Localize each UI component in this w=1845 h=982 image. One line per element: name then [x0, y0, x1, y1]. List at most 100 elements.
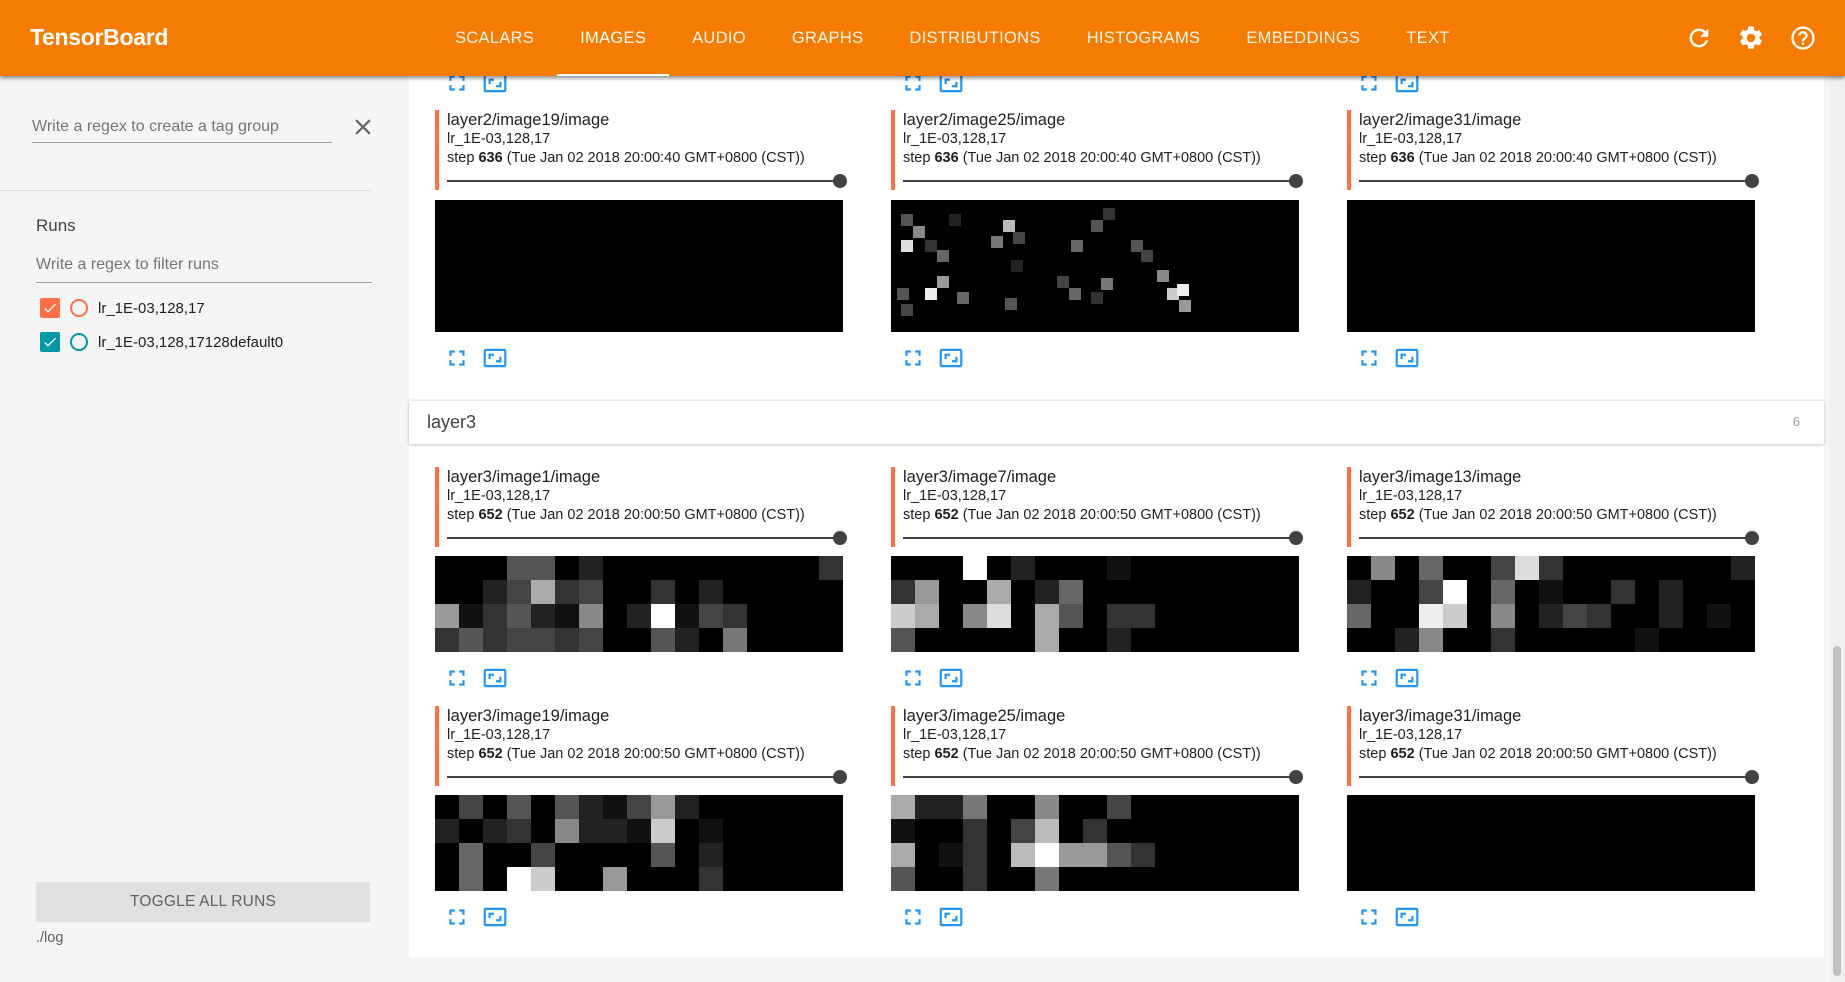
slider-knob[interactable]: [1289, 531, 1303, 545]
image-tag: layer3/image25/image: [903, 707, 1066, 725]
scrollbar-thumb[interactable]: [1833, 646, 1841, 976]
run-checkbox[interactable]: [40, 298, 60, 318]
step-slider[interactable]: [447, 174, 847, 188]
step-value: 652: [478, 746, 503, 762]
tab-embeddings[interactable]: EMBEDDINGS: [1223, 0, 1383, 76]
image-actions: [444, 904, 544, 930]
panel-header: layer2/image31/image lr_1E-03,128,17 ste…: [1347, 110, 1759, 190]
actual-size-icon[interactable]: [482, 904, 508, 930]
image-tag: layer3/image13/image: [1359, 468, 1522, 486]
run-name: lr_1E-03,128,17: [1359, 727, 1463, 743]
actual-size-icon[interactable]: [938, 904, 964, 930]
step-slider[interactable]: [1359, 531, 1759, 545]
settings-icon[interactable]: [1737, 24, 1765, 52]
slider-knob[interactable]: [1745, 770, 1759, 784]
tag-group-regex-input[interactable]: [32, 114, 332, 143]
tab-images[interactable]: IMAGES: [557, 0, 670, 76]
step-info: step 652 (Tue Jan 02 2018 20:00:50 GMT+0…: [447, 746, 805, 762]
run-name: lr_1E-03,128,17: [903, 727, 1007, 743]
tab-text[interactable]: TEXT: [1383, 0, 1472, 76]
slider-knob[interactable]: [1745, 531, 1759, 545]
tab-distributions[interactable]: DISTRIBUTIONS: [886, 0, 1063, 76]
slider-knob[interactable]: [833, 770, 847, 784]
image-actions: [900, 665, 1000, 691]
tab-scalars[interactable]: SCALARS: [432, 0, 557, 76]
main-scrollbar[interactable]: [1829, 76, 1845, 982]
panel-header: layer3/image25/image lr_1E-03,128,17 ste…: [891, 706, 1303, 786]
help-icon[interactable]: [1789, 24, 1817, 52]
fullscreen-icon[interactable]: [444, 904, 470, 930]
step-value: 636: [934, 150, 959, 166]
run-item[interactable]: lr_1E-03,128,17128default0: [40, 330, 283, 354]
image-display: [1347, 556, 1755, 652]
step-info: step 652 (Tue Jan 02 2018 20:00:50 GMT+0…: [447, 507, 805, 523]
step-info: step 652 (Tue Jan 02 2018 20:00:50 GMT+0…: [903, 507, 1261, 523]
toggle-all-runs-button[interactable]: TOGGLE ALL RUNS: [36, 882, 370, 922]
actual-size-icon[interactable]: [1394, 345, 1420, 371]
image-tag: layer2/image19/image: [447, 111, 610, 129]
image-tag: layer3/image19/image: [447, 707, 610, 725]
tab-graphs[interactable]: GRAPHS: [769, 0, 886, 76]
runs-filter-input[interactable]: [36, 252, 372, 283]
image-panel: layer3/image7/image lr_1E-03,128,17 step…: [891, 467, 1303, 688]
step-value: 652: [478, 507, 503, 523]
image-display: [1347, 200, 1755, 332]
reload-icon[interactable]: [1685, 24, 1713, 52]
panel-header: layer3/image13/image lr_1E-03,128,17 ste…: [1347, 467, 1759, 547]
step-value: 652: [1390, 746, 1415, 762]
fullscreen-icon[interactable]: [900, 665, 926, 691]
slider-knob[interactable]: [1289, 770, 1303, 784]
activation-grid-image: [891, 795, 1155, 891]
slider-knob[interactable]: [1289, 174, 1303, 188]
step-slider[interactable]: [447, 770, 847, 784]
run-name: lr_1E-03,128,17: [1359, 488, 1463, 504]
slider-knob[interactable]: [833, 531, 847, 545]
panel-header: layer3/image31/image lr_1E-03,128,17 ste…: [1347, 706, 1759, 786]
actual-size-icon[interactable]: [482, 665, 508, 691]
actual-size-icon[interactable]: [938, 665, 964, 691]
image-display: [891, 200, 1299, 332]
step-value: 652: [1390, 507, 1415, 523]
fullscreen-icon[interactable]: [900, 904, 926, 930]
fullscreen-icon[interactable]: [900, 345, 926, 371]
close-icon[interactable]: [350, 114, 376, 140]
actual-size-icon[interactable]: [938, 345, 964, 371]
tab-histograms[interactable]: HISTOGRAMS: [1064, 0, 1224, 76]
fullscreen-icon[interactable]: [1356, 345, 1382, 371]
image-actions: [444, 345, 544, 371]
step-slider[interactable]: [903, 770, 1303, 784]
step-slider[interactable]: [1359, 770, 1759, 784]
log-directory: ./log: [36, 930, 64, 946]
slider-knob[interactable]: [1745, 174, 1759, 188]
step-slider[interactable]: [1359, 174, 1759, 188]
section-header-layer3[interactable]: layer3 6: [409, 401, 1824, 444]
image-display: [435, 795, 843, 891]
fullscreen-icon[interactable]: [444, 665, 470, 691]
run-color-radio[interactable]: [70, 333, 88, 351]
actual-size-icon[interactable]: [482, 345, 508, 371]
step-time: (Tue Jan 02 2018 20:00:40 GMT+0800 (CST)…: [962, 150, 1261, 166]
run-color-radio[interactable]: [70, 299, 88, 317]
actual-size-icon[interactable]: [1394, 904, 1420, 930]
step-time: (Tue Jan 02 2018 20:00:40 GMT+0800 (CST)…: [1418, 150, 1717, 166]
panel-header: layer2/image25/image lr_1E-03,128,17 ste…: [891, 110, 1303, 190]
fullscreen-icon[interactable]: [1356, 665, 1382, 691]
image-actions: [444, 665, 544, 691]
step-slider[interactable]: [903, 531, 1303, 545]
activation-grid-image: [435, 556, 843, 652]
run-name: lr_1E-03,128,17: [447, 727, 551, 743]
step-time: (Tue Jan 02 2018 20:00:50 GMT+0800 (CST)…: [962, 507, 1261, 523]
actual-size-icon[interactable]: [1394, 665, 1420, 691]
fullscreen-icon[interactable]: [444, 345, 470, 371]
fullscreen-icon[interactable]: [1356, 904, 1382, 930]
app-title: TensorBoard: [30, 24, 169, 50]
run-checkbox[interactable]: [40, 332, 60, 352]
slider-knob[interactable]: [833, 174, 847, 188]
image-panel: layer2/image19/image lr_1E-03,128,17 ste…: [435, 110, 847, 368]
step-info: step 636 (Tue Jan 02 2018 20:00:40 GMT+0…: [447, 150, 805, 166]
step-slider[interactable]: [447, 531, 847, 545]
run-item[interactable]: lr_1E-03,128,17: [40, 296, 205, 320]
tab-audio[interactable]: AUDIO: [669, 0, 769, 76]
panel-header: layer3/image1/image lr_1E-03,128,17 step…: [435, 467, 847, 547]
step-slider[interactable]: [903, 174, 1303, 188]
